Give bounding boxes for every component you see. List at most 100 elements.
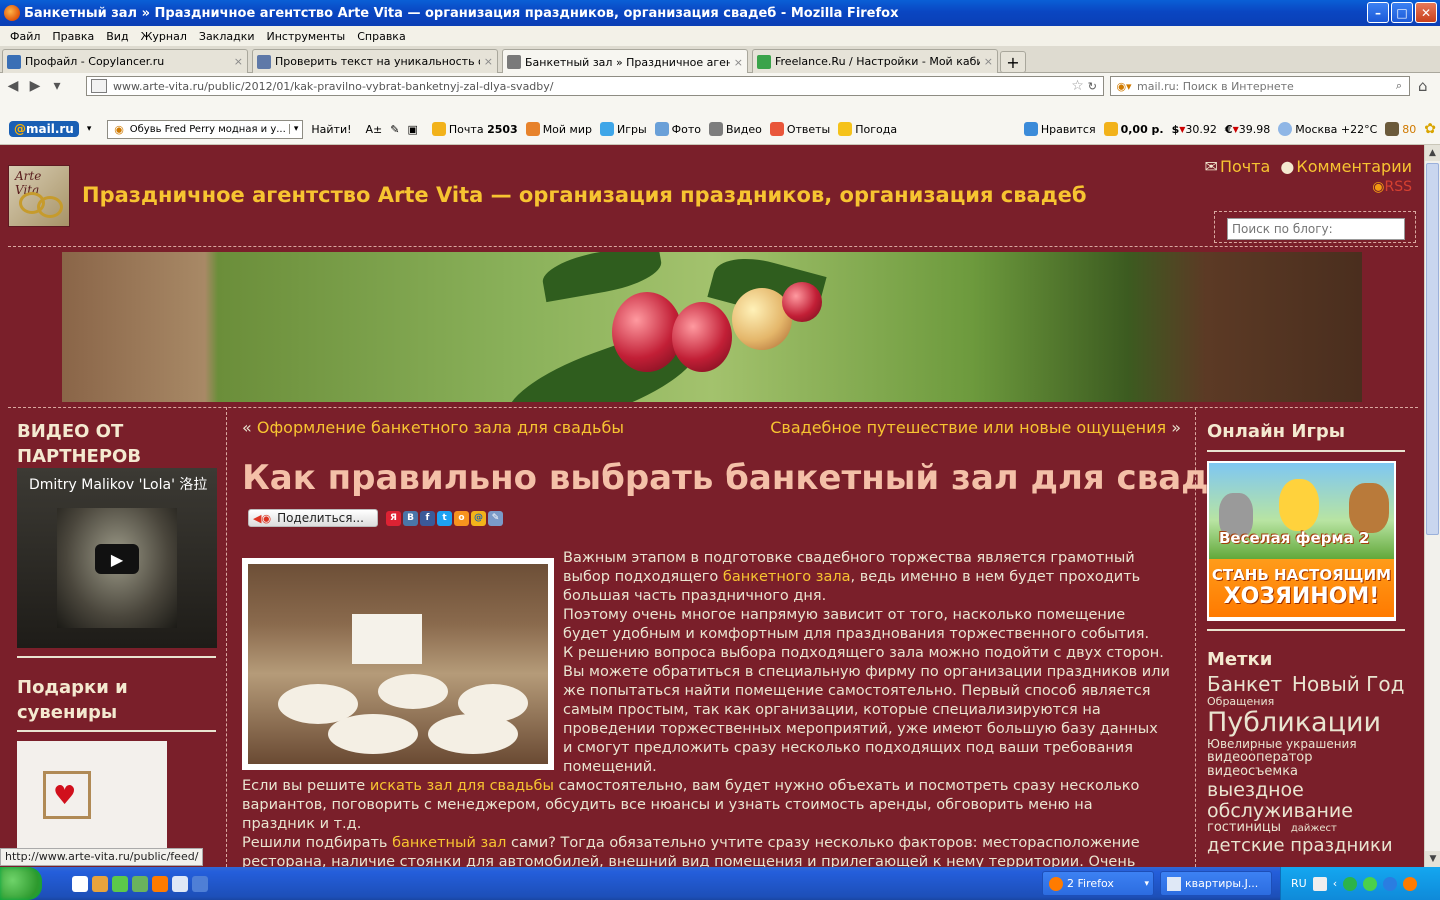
search-engine-icon[interactable]: ◉▾	[1111, 80, 1137, 93]
tb-my-world[interactable]: Мой мир	[525, 122, 592, 136]
video-player[interactable]: Dmitry Malikov 'Lola' 洛拉 ▶	[17, 468, 217, 648]
highlight-icon[interactable]: ✎	[390, 123, 399, 136]
tb-money[interactable]: 0,00 р.	[1103, 122, 1164, 136]
tb-counter[interactable]: 80	[1385, 122, 1416, 136]
mailru-search-input[interactable]	[129, 123, 289, 135]
vertical-scrollbar[interactable]: ▲ ▼	[1424, 145, 1440, 867]
gift-pillow-image[interactable]: ♥	[17, 741, 167, 851]
tab-freelance[interactable]: Freelance.Ru / Настройки - Мой кабинет ×	[752, 49, 998, 73]
taskbar-firefox-group[interactable]: 2 Firefox ▾	[1042, 871, 1154, 896]
back-arrow-icon[interactable]: ◀	[2, 78, 24, 94]
menu-edit[interactable]: Правка	[46, 30, 100, 43]
chrome-icon[interactable]	[92, 875, 108, 892]
window-icon[interactable]	[192, 875, 208, 892]
network-icon[interactable]	[1343, 876, 1358, 891]
reload-icon[interactable]: ↻	[1088, 80, 1097, 93]
menu-bookmarks[interactable]: Закладки	[193, 30, 261, 43]
vk-share-icon[interactable]: B	[403, 510, 418, 526]
banquet-hall-link[interactable]: банкетного зала	[723, 569, 851, 585]
help-icon[interactable]	[1312, 876, 1327, 891]
scroll-thumb[interactable]	[1426, 163, 1439, 535]
mailru-logo[interactable]: @mail.ru	[9, 121, 79, 137]
tab-close-icon[interactable]: ×	[484, 55, 493, 68]
maximize-button[interactable]: □	[1391, 2, 1413, 23]
tb-mail[interactable]: Почта 2503	[431, 122, 518, 136]
comments-link[interactable]: ● Комментарии	[1280, 157, 1412, 176]
font-size-icon[interactable]: A±	[366, 123, 383, 136]
firefox-tray-icon[interactable]	[1403, 876, 1418, 891]
console-icon[interactable]	[172, 875, 188, 892]
tab-copylancer[interactable]: Профайл - Copylancer.ru ×	[2, 49, 248, 73]
history-dropdown-icon[interactable]: ▾	[46, 78, 68, 94]
tab-close-icon[interactable]: ×	[734, 56, 743, 69]
tab-close-icon[interactable]: ×	[234, 55, 243, 68]
mailru-search-dropdown-icon[interactable]: ▾	[288, 124, 303, 134]
tag-link[interactable]: выездное обслуживание	[1207, 779, 1411, 822]
home-icon[interactable]: ⌂	[1418, 77, 1428, 95]
minimize-button[interactable]: –	[1367, 2, 1389, 23]
tb-like[interactable]: Нравится	[1023, 122, 1096, 136]
blog-search-input[interactable]	[1227, 218, 1405, 240]
mail-link[interactable]: ✉ Почта	[1205, 157, 1271, 176]
menu-file[interactable]: Файл	[4, 30, 46, 43]
farm-game-ad[interactable]: Веселая ферма 2 СТАНЬ НАСТОЯЩИМ ХОЗЯИНОМ…	[1207, 461, 1396, 621]
facebook-share-icon[interactable]: f	[420, 510, 435, 526]
find-hall-link[interactable]: искать зал для свадьбы	[370, 778, 554, 794]
text-app-icon[interactable]	[72, 875, 88, 892]
app-icon[interactable]	[132, 875, 148, 892]
bookmark-star-icon[interactable]: ☆	[1071, 78, 1084, 94]
site-identity-icon[interactable]	[91, 79, 107, 93]
url-text[interactable]: www.arte-vita.ru/public/2012/01/kak-prav…	[113, 80, 1071, 93]
mailru-search-box[interactable]: ◉ ▾	[107, 119, 304, 139]
menu-view[interactable]: Вид	[100, 30, 134, 43]
tag-link[interactable]: Новый Год	[1292, 673, 1404, 695]
tab-close-icon[interactable]: ×	[984, 55, 993, 68]
scroll-up-icon[interactable]: ▲	[1425, 145, 1440, 161]
taskbar-apartments-window[interactable]: квартиры.J...	[1160, 871, 1272, 896]
forward-arrow-icon[interactable]: ▶	[24, 78, 46, 94]
tb-games[interactable]: Игры	[599, 122, 647, 136]
tb-photo[interactable]: Фото	[654, 122, 701, 136]
next-post-link[interactable]: Свадебное путешествие или новые ощущения…	[770, 418, 1181, 437]
antivirus-icon[interactable]	[1363, 876, 1378, 891]
tag-link[interactable]: дайжест	[1291, 823, 1337, 834]
firefox-launch-icon[interactable]	[152, 875, 168, 892]
messenger-icon[interactable]	[1383, 876, 1398, 891]
settings-gear-icon[interactable]: ✿	[1424, 121, 1436, 137]
site-logo[interactable]: Arte Vita	[8, 165, 70, 227]
tb-weather[interactable]: Погода	[838, 122, 897, 136]
web-search-box[interactable]: ◉▾ ⌕	[1110, 76, 1410, 96]
prev-post-link[interactable]: « Оформление банкетного зала для свадьбы	[242, 418, 624, 437]
tag-link[interactable]: детские праздники	[1207, 835, 1393, 856]
menu-help[interactable]: Справка	[351, 30, 411, 43]
menu-tools[interactable]: Инструменты	[261, 30, 352, 43]
share-button[interactable]: ◀◉ Поделиться...	[248, 509, 378, 527]
search-icon[interactable]: ⌕	[1389, 79, 1409, 93]
livejournal-share-icon[interactable]: ✎	[488, 510, 503, 526]
tag-link[interactable]: видеооператор	[1207, 750, 1313, 765]
tag-link[interactable]: гостиницы	[1207, 821, 1281, 836]
menu-history[interactable]: Журнал	[135, 30, 193, 43]
address-bar[interactable]: www.arte-vita.ru/public/2012/01/kak-prav…	[86, 76, 1104, 96]
tb-answers[interactable]: Ответы	[769, 122, 830, 136]
tb-eur-rate[interactable]: € ▼ 39.98	[1225, 123, 1270, 136]
find-button[interactable]: Найти!	[311, 123, 351, 136]
language-indicator[interactable]: RU	[1291, 877, 1307, 890]
site-title[interactable]: Праздничное агентство Arte Vita — органи…	[82, 183, 1087, 207]
rss-link[interactable]: ◉RSS	[1372, 179, 1412, 195]
mailru-share-icon[interactable]: @	[471, 510, 486, 526]
yandex-share-icon[interactable]: Я	[386, 510, 401, 526]
chevron-left-icon[interactable]: ‹	[1333, 877, 1337, 890]
tag-link[interactable]: Банкет	[1207, 673, 1282, 695]
tb-usd-rate[interactable]: $ ▼ 30.92	[1172, 123, 1217, 136]
tab-uniqueness-check[interactable]: Проверить текст на уникальность онл... ×	[252, 49, 498, 73]
screenshot-icon[interactable]: ▣	[408, 123, 418, 136]
banquet-hall-link-2[interactable]: банкетный зал	[392, 835, 506, 851]
twitter-share-icon[interactable]: t	[437, 510, 452, 526]
tag-link[interactable]: видеосъемка	[1207, 765, 1298, 780]
tb-video[interactable]: Видео	[709, 122, 762, 136]
gear-app-icon[interactable]	[112, 875, 128, 892]
new-tab-button[interactable]: +	[1000, 51, 1026, 73]
play-icon[interactable]: ▶	[95, 544, 139, 574]
scroll-down-icon[interactable]: ▼	[1425, 851, 1440, 867]
